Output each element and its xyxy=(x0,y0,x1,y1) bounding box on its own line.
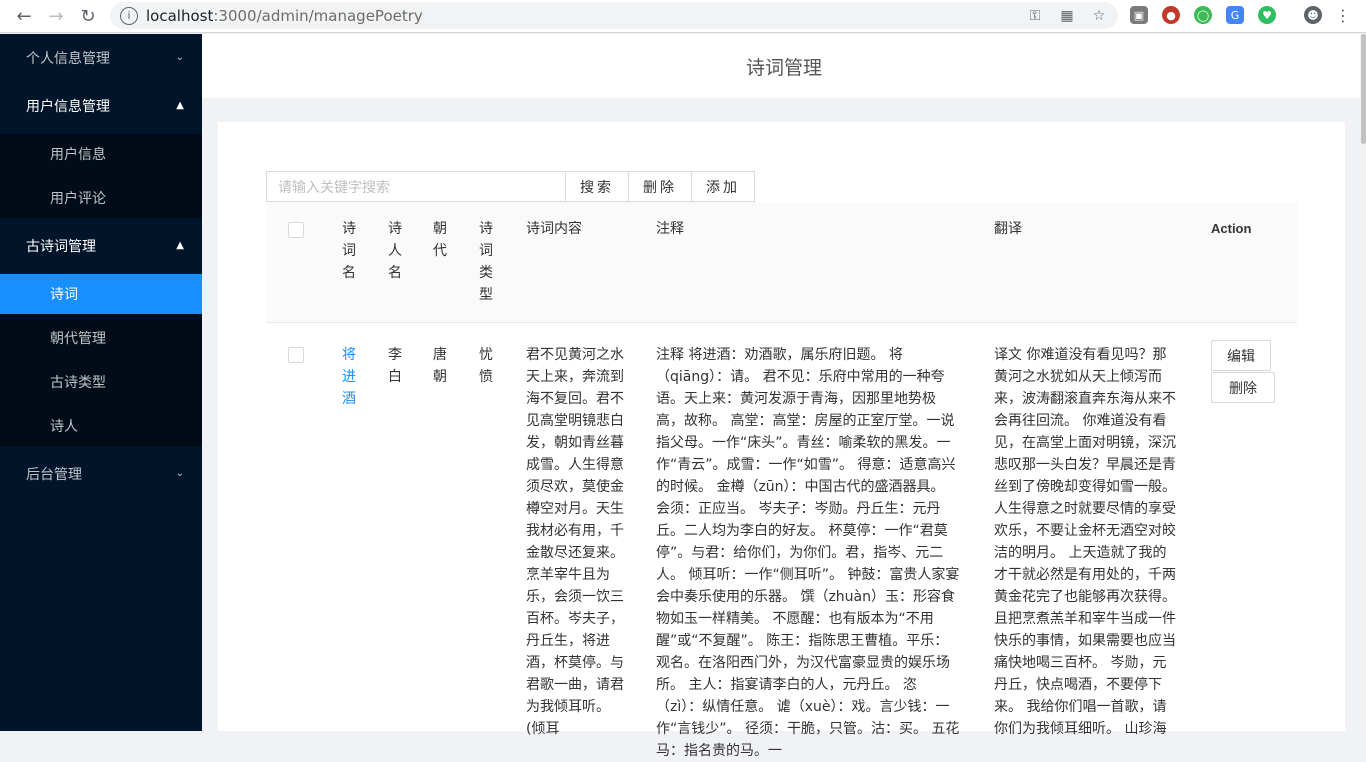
menu-dots-icon[interactable]: ⋮ xyxy=(1334,6,1352,25)
forward-icon[interactable]: → xyxy=(41,1,71,31)
browser-toolbar: ← → ↻ i localhost:3000/admin/managePoetr… xyxy=(0,0,1366,33)
column-header-dynasty: 朝代 xyxy=(433,221,447,259)
sidebar-item-label: 朝代管理 xyxy=(50,331,106,347)
page-title: 诗词管理 xyxy=(745,56,822,79)
select-all-checkbox[interactable] xyxy=(288,222,304,238)
menu-group-user-info[interactable]: 用户信息管理 ▲ xyxy=(0,82,202,130)
sidebar-item-label: 古诗类型 xyxy=(50,375,106,391)
sidebar-item-poetry-type[interactable]: 古诗类型 xyxy=(0,362,202,402)
column-header-translation: 翻译 xyxy=(994,221,1022,237)
sidebar-item-label: 用户评论 xyxy=(50,191,106,207)
sidebar-item-user-comments[interactable]: 用户评论 xyxy=(0,178,202,218)
add-button[interactable]: 添加 xyxy=(691,171,755,202)
reload-icon[interactable]: ↻ xyxy=(73,1,103,31)
google-translate-icon[interactable]: G xyxy=(1226,6,1244,24)
extension-icon[interactable]: ▣ xyxy=(1130,6,1148,24)
scrollbar-thumb[interactable] xyxy=(1361,34,1366,144)
poem-name-link[interactable]: 将进酒 xyxy=(342,344,358,410)
translate-icon[interactable]: ▦ xyxy=(1058,7,1076,25)
table-header: 诗词名 诗人名 朝代 诗词类型 诗词内容 注释 翻译 Action xyxy=(266,202,1297,323)
sidebar: 个人信息管理 ⌄ 用户信息管理 ▲ 用户信息 用户评论 古诗词管理 ▲ 诗词 朝… xyxy=(0,34,202,731)
row-checkbox[interactable] xyxy=(288,347,304,363)
profile-icon[interactable]: ☻ xyxy=(1304,6,1322,24)
submenu-poetry: 诗词 朝代管理 古诗类型 诗人 xyxy=(0,274,202,446)
sidebar-item-label: 诗人 xyxy=(50,419,78,435)
notes-cell: 注释 将进酒：劝酒歌，属乐府旧题。 将（qiāng）：请。 君不见：乐府中常用的… xyxy=(656,347,960,759)
sidebar-item-user-info[interactable]: 用户信息 xyxy=(0,134,202,174)
column-header-action: Action xyxy=(1211,221,1252,236)
delete-row-button[interactable]: 删除 xyxy=(1211,372,1275,403)
menu-group-admin[interactable]: 后台管理 ⌄ xyxy=(0,450,202,498)
menu-group-personal-info[interactable]: 个人信息管理 ⌄ xyxy=(0,34,202,82)
column-header-poet: 诗人名 xyxy=(388,221,402,281)
bookmark-star-icon[interactable]: ☆ xyxy=(1090,7,1108,25)
address-bar[interactable]: i localhost:3000/admin/managePoetry ⚿ ▦ … xyxy=(110,2,1118,29)
url-host: localhost xyxy=(146,6,214,25)
column-header-content: 诗词内容 xyxy=(526,221,582,237)
content-card: 搜索 删除 添加 诗词名 诗人名 朝代 诗词类型 诗词内容 注释 翻译 Acti… xyxy=(218,122,1345,759)
menu-group-label: 古诗词管理 xyxy=(26,239,96,255)
submenu-user-info: 用户信息 用户评论 xyxy=(0,134,202,218)
key-icon[interactable]: ⚿ xyxy=(1026,7,1044,25)
chrome-extension-icon[interactable]: ◯ xyxy=(1194,6,1212,24)
sidebar-item-label: 用户信息 xyxy=(50,147,106,163)
delete-selected-button[interactable]: 删除 xyxy=(628,171,692,202)
content-cell: 君不见黄河之水天上来，奔流到海不复回。君不见高堂明镜悲白发，朝如青丝暮成雪。人生… xyxy=(526,347,624,737)
chevron-down-icon: ⌄ xyxy=(175,468,184,479)
evernote-icon[interactable]: ♥ xyxy=(1258,6,1276,24)
sidebar-item-poet[interactable]: 诗人 xyxy=(0,406,202,446)
menu-group-label: 个人信息管理 xyxy=(26,51,110,67)
page-header: 诗词管理 xyxy=(202,34,1366,98)
search-button[interactable]: 搜索 xyxy=(565,171,629,202)
sidebar-item-dynasty[interactable]: 朝代管理 xyxy=(0,318,202,358)
menu-group-poetry[interactable]: 古诗词管理 ▲ xyxy=(0,222,202,270)
chevron-down-icon: ⌄ xyxy=(175,52,184,63)
toolbar: 搜索 删除 添加 xyxy=(266,171,755,202)
monkey-extension-icon[interactable]: ● xyxy=(1162,6,1180,24)
sidebar-item-label: 诗词 xyxy=(50,287,78,303)
url-path: :3000/admin/managePoetry xyxy=(213,6,423,25)
poet-cell: 李白 xyxy=(388,347,402,385)
chevron-up-icon: ▲ xyxy=(176,100,184,111)
menu-group-label: 用户信息管理 xyxy=(26,99,110,115)
back-icon[interactable]: ← xyxy=(9,1,39,31)
menu-group-label: 后台管理 xyxy=(26,467,82,483)
column-header-type: 诗词类型 xyxy=(479,221,493,303)
edit-button[interactable]: 编辑 xyxy=(1211,340,1271,371)
type-cell: 忧愤 xyxy=(479,347,493,385)
search-input[interactable] xyxy=(266,171,566,202)
dynasty-cell: 唐朝 xyxy=(433,347,447,385)
sidebar-item-poetry[interactable]: 诗词 xyxy=(0,274,202,314)
translation-cell: 译文 你难道没有看见吗？那黄河之水犹如从天上倾泻而来，波涛翻滚直奔东海从来不会再… xyxy=(994,347,1176,737)
column-header-name: 诗词名 xyxy=(342,221,356,281)
column-header-notes: 注释 xyxy=(656,221,684,237)
chevron-up-icon: ▲ xyxy=(176,240,184,251)
info-icon[interactable]: i xyxy=(120,6,138,25)
